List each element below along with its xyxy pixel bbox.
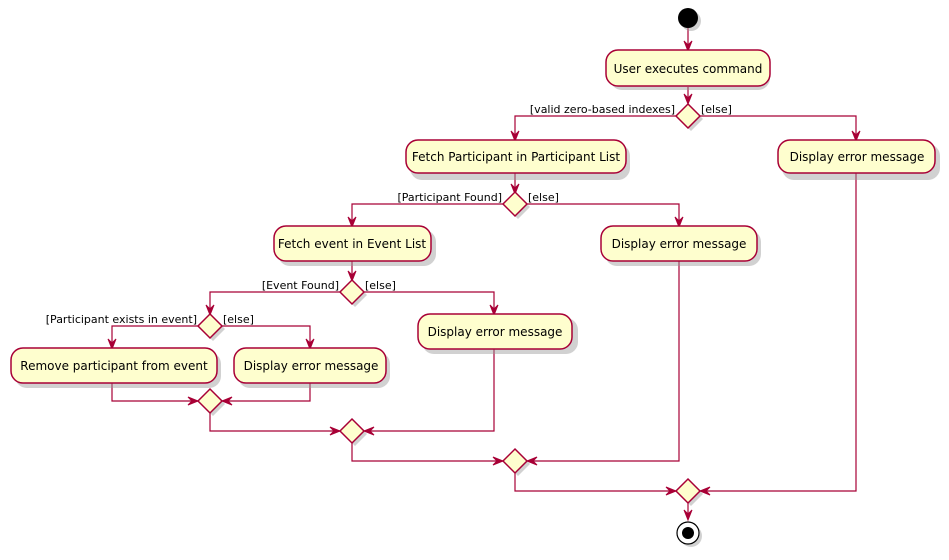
svg-text:Fetch event in Event List: Fetch event in Event List	[278, 237, 427, 251]
start-circle-icon	[678, 8, 698, 28]
activity-diagram: User executes command Fetch Participant …	[10, 8, 940, 547]
flow-valid-indexes	[514, 115, 676, 140]
connectors	[111, 28, 857, 519]
guard-else-4: [else]	[223, 313, 254, 326]
svg-text:User executes command: User executes command	[614, 62, 763, 76]
activity-error-participant: Display error message	[600, 225, 761, 266]
guard-else-3: [else]	[365, 279, 396, 292]
flow-else-1	[700, 115, 857, 140]
activity-error-exists: Display error message	[233, 347, 390, 388]
guard-participant-exists: [Participant exists in event]	[46, 313, 197, 326]
arrowheads	[107, 40, 861, 522]
svg-text:Display error message: Display error message	[244, 359, 379, 373]
svg-text:Display error message: Display error message	[790, 150, 925, 164]
svg-text:Display error message: Display error message	[428, 325, 563, 339]
end-inner-circle-icon	[682, 527, 694, 539]
flow-else-3	[364, 291, 495, 314]
flow-merge-3-to-merge-4	[514, 473, 676, 492]
flow-merge-1-to-merge-2	[209, 413, 340, 432]
activity-fetch-participant: Fetch Participant in Participant List	[405, 139, 630, 180]
guard-event-found: [Event Found]	[262, 279, 339, 292]
svg-text:Remove participant from event: Remove participant from event	[20, 359, 208, 373]
activity-user-executes: User executes command	[605, 49, 771, 90]
guard-else-1: [else]	[701, 103, 732, 116]
flow-event-found	[209, 291, 340, 314]
activity-error-indexes: Display error message	[777, 139, 940, 180]
end-node	[676, 521, 702, 547]
activity-remove-participant: Remove participant from event	[10, 347, 221, 388]
svg-text:Fetch Participant in Participa: Fetch Participant in Participant List	[412, 150, 620, 164]
flow-else-4	[222, 325, 311, 348]
activity-error-event: Display error message	[417, 313, 578, 354]
flow-else-2	[527, 203, 680, 226]
svg-text:Display error message: Display error message	[612, 237, 747, 251]
flow-participant-exists	[111, 325, 198, 348]
flow-error-participant-to-merge-3	[527, 261, 680, 462]
flow-participant-found	[351, 203, 503, 226]
flow-error-indexes-to-merge-4	[700, 173, 857, 492]
start-node	[678, 8, 701, 31]
activity-fetch-event: Fetch event in Event List	[273, 225, 436, 266]
guard-valid-indexes: [valid zero-based indexes]	[530, 103, 675, 116]
guard-participant-found: [Participant Found]	[397, 191, 502, 204]
flow-merge-2-to-merge-3	[351, 443, 503, 462]
guard-else-2: [else]	[528, 191, 559, 204]
